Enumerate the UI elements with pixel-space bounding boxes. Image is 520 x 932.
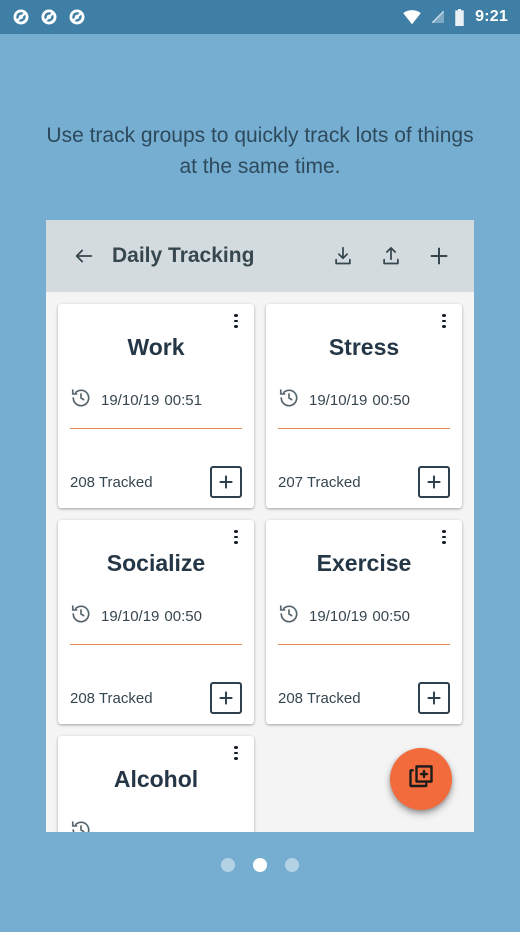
back-arrow-icon[interactable] xyxy=(62,245,106,267)
card-footer: 207 Tracked xyxy=(278,456,450,498)
card-last-tracked xyxy=(70,819,242,832)
page-dot-1[interactable] xyxy=(221,858,235,872)
more-options-icon[interactable] xyxy=(438,528,450,546)
page-dot-3[interactable] xyxy=(285,858,299,872)
card-last-tracked: 19/10/19 00:50 xyxy=(278,387,450,414)
wifi-icon xyxy=(402,9,422,25)
history-icon xyxy=(278,387,300,414)
toolbar-title: Daily Tracking xyxy=(112,244,255,267)
more-options-icon[interactable] xyxy=(230,744,242,762)
card-last-tracked: 19/10/19 00:51 xyxy=(70,387,242,414)
status-bar: 9:21 xyxy=(0,0,520,34)
app-notification-icon xyxy=(68,8,86,26)
track-card-wrapper: Work 19/10/19 00:51 208 Tracked xyxy=(52,300,260,516)
track-card[interactable]: Alcohol xyxy=(58,736,254,832)
toolbar-actions xyxy=(330,242,458,270)
page-indicator xyxy=(0,858,520,872)
add-track-group-fab[interactable] xyxy=(390,748,452,810)
tracked-count: 208 Tracked xyxy=(70,473,153,491)
add-entry-button[interactable] xyxy=(210,466,242,498)
history-icon xyxy=(70,819,92,832)
more-options-icon[interactable] xyxy=(230,312,242,330)
card-footer: 208 Tracked xyxy=(278,672,450,714)
no-signal-icon xyxy=(430,9,446,25)
track-card[interactable]: Exercise 19/10/19 00:50 208 Tracked xyxy=(266,520,462,724)
card-title: Alcohol xyxy=(113,766,199,792)
card-last-tracked: 19/10/19 00:50 xyxy=(278,603,450,630)
add-entry-button[interactable] xyxy=(418,466,450,498)
page-dot-2[interactable] xyxy=(253,858,267,872)
card-date-text: 19/10/19 00:50 xyxy=(309,392,410,409)
track-card[interactable]: Stress 19/10/19 00:50 207 Tracked xyxy=(266,304,462,508)
track-card[interactable]: Socialize 19/10/19 00:50 208 Tracked xyxy=(58,520,254,724)
card-top-row xyxy=(278,528,450,546)
card-top-row xyxy=(70,528,242,546)
status-system-icons: 9:21 xyxy=(402,8,508,26)
more-options-icon[interactable] xyxy=(230,528,242,546)
card-last-tracked: 19/10/19 00:50 xyxy=(70,603,242,630)
app-notification-icon xyxy=(40,8,58,26)
app-toolbar: Daily Tracking xyxy=(46,220,474,292)
card-top-row xyxy=(70,744,242,762)
plus-icon[interactable] xyxy=(426,242,452,270)
tracked-count: 207 Tracked xyxy=(278,473,361,491)
card-divider xyxy=(70,428,242,429)
status-clock: 9:21 xyxy=(475,8,508,25)
screen: 9:21 Use track groups to quickly track l… xyxy=(0,0,520,932)
tracked-count: 208 Tracked xyxy=(278,689,361,707)
onboarding-headline: Use track groups to quickly track lots o… xyxy=(46,124,474,178)
card-footer: 208 Tracked xyxy=(70,456,242,498)
add-entry-button[interactable] xyxy=(210,682,242,714)
history-icon xyxy=(70,387,92,414)
card-title: Stress xyxy=(328,334,400,360)
card-date-text: 19/10/19 00:51 xyxy=(101,392,202,409)
card-top-row xyxy=(278,312,450,330)
card-title: Socialize xyxy=(106,550,206,576)
track-card-wrapper: Stress 19/10/19 00:50 207 Tracked xyxy=(260,300,468,516)
history-icon xyxy=(278,603,300,630)
library-add-icon xyxy=(406,762,436,797)
app-preview-frame: Daily Tracking Work 19/10/19 00:51 208 T… xyxy=(46,220,474,832)
track-card-wrapper: Socialize 19/10/19 00:50 208 Tracked xyxy=(52,516,260,732)
card-title: Work xyxy=(127,334,185,360)
download-icon[interactable] xyxy=(330,242,356,270)
card-date-text: 19/10/19 00:50 xyxy=(101,608,202,625)
history-icon xyxy=(70,603,92,630)
tracked-count: 208 Tracked xyxy=(70,689,153,707)
app-notification-icon xyxy=(12,8,30,26)
more-options-icon[interactable] xyxy=(438,312,450,330)
battery-icon xyxy=(454,8,465,26)
status-notifications xyxy=(12,8,86,26)
track-card-wrapper: Alcohol xyxy=(52,732,260,832)
track-card[interactable]: Work 19/10/19 00:51 208 Tracked xyxy=(58,304,254,508)
track-card-wrapper: Exercise 19/10/19 00:50 208 Tracked xyxy=(260,516,468,732)
card-date-text: 19/10/19 00:50 xyxy=(309,608,410,625)
add-entry-button[interactable] xyxy=(418,682,450,714)
card-divider xyxy=(278,644,450,645)
card-divider xyxy=(70,644,242,645)
card-divider xyxy=(278,428,450,429)
card-top-row xyxy=(70,312,242,330)
upload-icon[interactable] xyxy=(378,242,404,270)
card-title: Exercise xyxy=(316,550,412,576)
card-footer: 208 Tracked xyxy=(70,672,242,714)
